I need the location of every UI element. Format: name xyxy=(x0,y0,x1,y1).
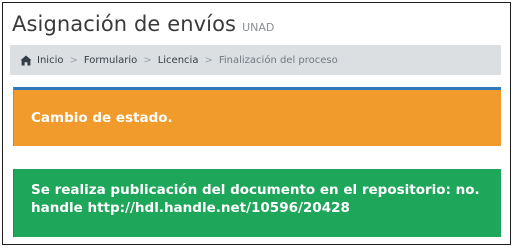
breadcrumb: Inicio > Formulario > Licencia > Finaliz… xyxy=(10,45,501,75)
breadcrumb-separator: > xyxy=(143,54,152,66)
status-change-alert: Cambio de estado. xyxy=(13,87,501,146)
publication-success-text: Se realiza publicación del documento en … xyxy=(31,182,480,216)
breadcrumb-item-formulario[interactable]: Formulario xyxy=(84,55,137,66)
breadcrumb-item-licencia[interactable]: Licencia xyxy=(158,55,199,66)
publication-success-alert: Se realiza publicación del documento en … xyxy=(13,169,501,237)
page-frame: Asignación de envíos UNAD Inicio > Formul… xyxy=(2,2,511,245)
breadcrumb-separator: > xyxy=(69,54,78,66)
breadcrumb-item-inicio[interactable]: Inicio xyxy=(37,55,63,66)
page-title: Asignación de envíos xyxy=(12,12,237,36)
page-subtitle: UNAD xyxy=(242,21,275,34)
breadcrumb-separator: > xyxy=(204,54,213,66)
breadcrumb-item-finalizacion: Finalización del proceso xyxy=(218,54,338,66)
page-header: Asignación de envíos UNAD xyxy=(12,12,274,36)
status-change-text: Cambio de estado. xyxy=(31,110,173,126)
home-icon xyxy=(20,55,32,65)
